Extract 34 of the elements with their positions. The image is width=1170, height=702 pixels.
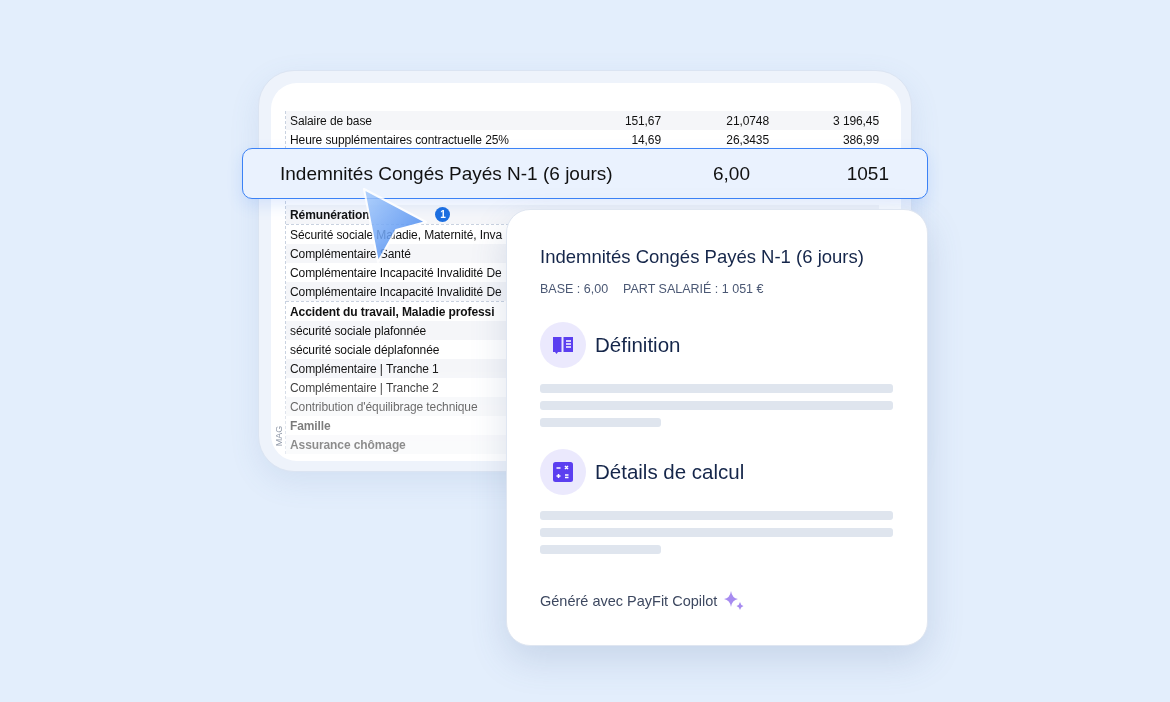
row-label: sécurité sociale déplafonnée [290,342,440,357]
table-cell-text: 6,00 [712,162,750,185]
row-label: Contribution d'équilibrage technique [290,399,478,414]
row-label: Complémentaire | Tranche 1 [290,361,439,376]
highlighted-row[interactable]: Indemnités Congés Payés N-1 (6 jours) 6,00 1051 [242,148,928,199]
row-label: Complémentaire Incapacité Invalidité De [290,284,502,299]
table-cell-text: 151,67 [623,113,661,128]
calculator-icon [552,461,574,483]
row-label: Famille [290,418,331,433]
row-label: Rémunération [290,207,370,222]
footer-note: Généré avec PayFit Copilot [540,593,718,609]
table-cell-text: 1051 [845,162,889,185]
table-cell-text: 3 196,45 [832,113,879,128]
row-label: Assurance chômage [290,437,406,452]
section-heading: Détails de calcul [595,460,745,484]
row-label: Accident du travail, Maladie professi [290,304,495,319]
row-label: sécurité sociale plafonnée [290,323,427,338]
table-cell-text: 14,69 [630,132,661,147]
card-title: Indemnités Congés Payés N-1 (6 jours) [540,246,865,268]
side-label: MAG [274,425,285,447]
row-label: Indemnités Congés Payés N-1 (6 jours) [280,162,614,185]
row-label: Complémentaire Incapacité Invalidité De [290,265,502,280]
row-label: Complémentaire | Tranche 2 [290,380,439,395]
meta-text: PART SALARIÉ : 1 051 € [623,282,764,296]
table-cell-text: 386,99 [841,132,879,147]
row-label: Complémentaire Santé [290,246,411,261]
count-badge: 1 [435,207,451,222]
row-label: Salaire de base [290,113,372,128]
sparkle-icon [723,590,746,612]
table-cell-text: 26,3435 [725,132,769,147]
table-cell-text: 21,0748 [725,113,769,128]
section-heading: Définition [595,333,681,357]
row-label: Heure supplémentaires contractuelle 25% [290,132,509,147]
meta-text: BASE : 6,00 [540,282,609,296]
